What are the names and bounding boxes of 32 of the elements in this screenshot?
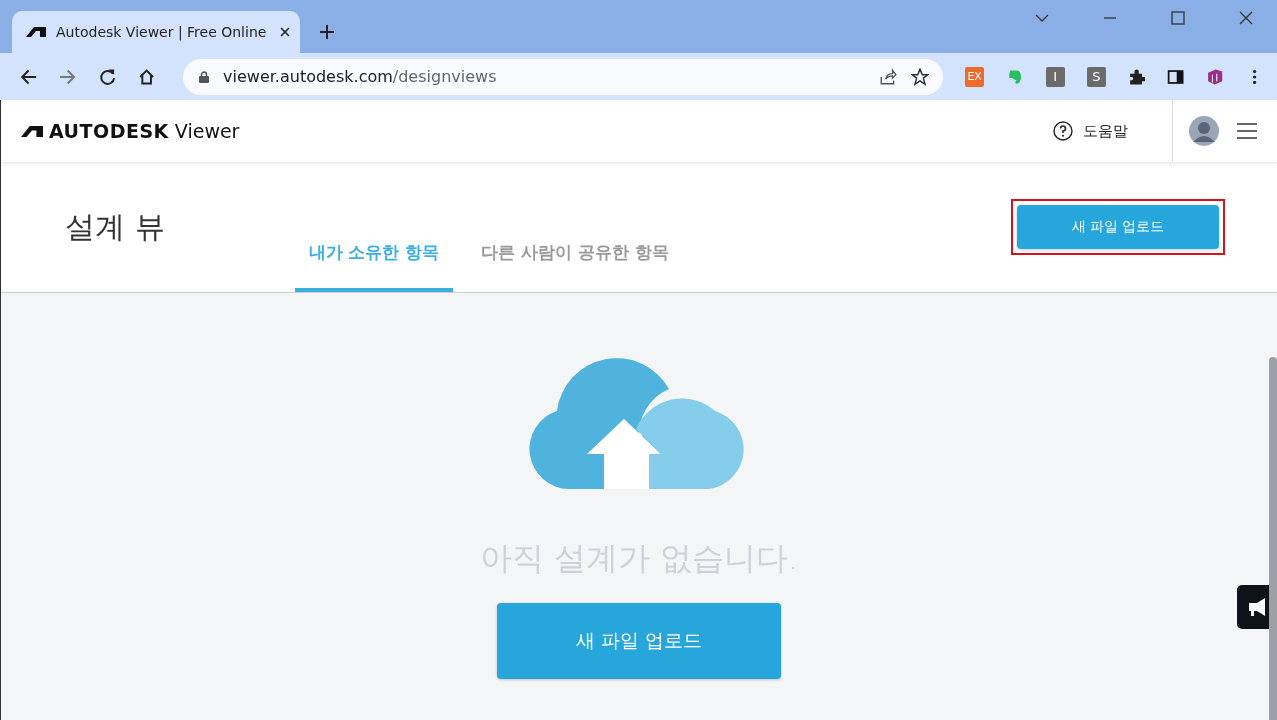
- address-bar[interactable]: viewer.autodesk.com/designviews: [183, 58, 944, 95]
- home-icon[interactable]: [137, 67, 156, 86]
- reload-icon[interactable]: [98, 67, 116, 86]
- puzzle-icon[interactable]: [1127, 67, 1146, 86]
- autodesk-logo-icon: [21, 125, 43, 137]
- extension-icon[interactable]: S: [1086, 66, 1106, 87]
- menu-icon[interactable]: [1237, 123, 1257, 139]
- help-link[interactable]: 도움말: [1083, 121, 1128, 141]
- share-icon[interactable]: [879, 67, 898, 86]
- extension-icon[interactable]: EX: [965, 66, 985, 87]
- scrollbar-thumb[interactable]: [1269, 357, 1277, 720]
- help-icon[interactable]: [1053, 121, 1073, 141]
- new-tab-icon[interactable]: [320, 25, 334, 39]
- back-arrow-icon[interactable]: [20, 67, 38, 86]
- page-title: 설계 뷰: [65, 207, 165, 246]
- star-icon[interactable]: [911, 67, 930, 86]
- avatar-icon[interactable]: [1189, 116, 1219, 146]
- upload-button[interactable]: 새 파일 업로드: [1017, 205, 1219, 249]
- view-tab[interactable]: 다른 사람이 공유한 항목: [467, 241, 684, 292]
- extension-icon[interactable]: I: [1045, 66, 1065, 87]
- brand-name: AUTODESK: [49, 120, 169, 142]
- maximize-icon[interactable]: [1171, 11, 1185, 25]
- close-icon[interactable]: [280, 27, 290, 37]
- autodesk-logo-icon: [26, 27, 46, 37]
- lock-icon: [199, 70, 210, 83]
- close-icon[interactable]: [1239, 11, 1253, 25]
- side-panel-icon[interactable]: [1167, 67, 1185, 86]
- url-text: viewer.autodesk.com/designviews: [223, 67, 497, 86]
- forward-arrow-icon[interactable]: [59, 67, 77, 86]
- cube-icon[interactable]: [1206, 67, 1224, 86]
- product-name: Viewer: [174, 120, 240, 142]
- upload-button[interactable]: 새 파일 업로드: [497, 603, 781, 679]
